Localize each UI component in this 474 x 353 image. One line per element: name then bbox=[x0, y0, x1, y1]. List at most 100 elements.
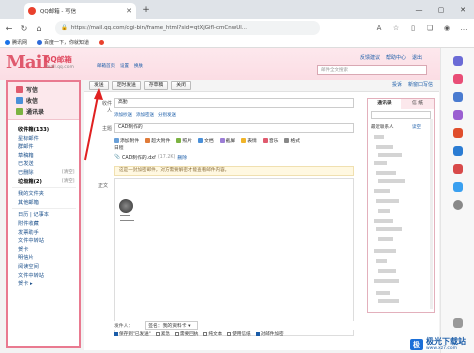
attachment-delete-link[interactable]: 删除 bbox=[177, 154, 187, 161]
user-link[interactable]: 换肤 bbox=[134, 63, 143, 69]
checkbox-icon[interactable] bbox=[114, 332, 118, 336]
contact-entry[interactable] bbox=[374, 161, 387, 165]
inbox-button[interactable]: 收信 bbox=[16, 96, 38, 105]
sidebar-folder[interactable]: 发票助手 bbox=[18, 229, 39, 236]
tools-icon[interactable] bbox=[453, 92, 463, 102]
checkbox-icon[interactable] bbox=[227, 332, 232, 336]
checkbox-icon[interactable] bbox=[203, 332, 208, 336]
header-link[interactable]: 反馈建议 bbox=[360, 54, 380, 61]
scheduled-send-button[interactable]: 定时发送 bbox=[111, 81, 141, 90]
pdf-icon[interactable] bbox=[453, 164, 463, 174]
refresh-icon[interactable]: ↻ bbox=[18, 22, 30, 34]
contacts-scrollbar[interactable] bbox=[430, 119, 433, 309]
attach-tool-7[interactable]: 格式 bbox=[284, 137, 300, 144]
close-button[interactable]: 关闭 bbox=[171, 81, 191, 90]
write-button[interactable]: 写信 bbox=[16, 85, 38, 94]
recipient-link[interactable]: 分别发送 bbox=[158, 112, 176, 118]
url-input[interactable]: 🔒 https://mail.qq.com/cgi-bin/frame_html… bbox=[55, 21, 320, 35]
recipient-link[interactable]: 添加抄送 bbox=[114, 112, 132, 118]
contact-entry[interactable] bbox=[376, 227, 402, 231]
tab-contacts[interactable]: 通讯录 bbox=[368, 99, 401, 109]
sidebar-folder[interactable]: 群邮件 bbox=[18, 143, 34, 150]
checkbox-icon[interactable] bbox=[255, 332, 260, 336]
add-icon[interactable] bbox=[453, 200, 463, 210]
contact-entry[interactable] bbox=[376, 259, 387, 263]
contact-entry[interactable] bbox=[378, 209, 390, 213]
contact-entry[interactable] bbox=[374, 219, 393, 223]
contact-entry[interactable] bbox=[376, 199, 399, 203]
sidebar-folder[interactable]: 贺卡 bbox=[18, 246, 28, 253]
save-draft-button[interactable]: 存草稿 bbox=[143, 81, 169, 90]
calendar-link[interactable]: 日程 bbox=[114, 144, 124, 151]
sidebar-folder[interactable]: 我的文件夹 bbox=[18, 190, 44, 197]
sidebar-folder[interactable]: 日历 | 记事本 bbox=[18, 211, 49, 218]
sidebar-folder[interactable]: 收件箱(133) bbox=[18, 126, 49, 133]
collections-icon[interactable]: ❏ bbox=[424, 22, 436, 34]
contact-entry[interactable] bbox=[378, 237, 393, 241]
office-icon[interactable] bbox=[453, 128, 463, 138]
checkbox-icon[interactable] bbox=[155, 332, 160, 336]
subject-field[interactable]: CAD制作的 bbox=[114, 123, 354, 133]
header-link[interactable]: 退出 bbox=[412, 54, 422, 61]
send-option[interactable]: 使用信纸 bbox=[227, 331, 251, 337]
settings-icon[interactable] bbox=[453, 318, 463, 328]
user-link[interactable]: 设置 bbox=[120, 63, 129, 69]
sidebar-folder[interactable]: 草稿箱 bbox=[18, 152, 34, 159]
sidebar-folder[interactable]: 星标邮件 bbox=[18, 135, 39, 142]
attach-tool-3[interactable]: 文档 bbox=[198, 137, 214, 144]
home-icon[interactable]: ⌂ bbox=[33, 22, 45, 34]
sidebar-folder[interactable]: 文件中转站 bbox=[18, 237, 44, 244]
favorite-item[interactable] bbox=[99, 39, 106, 45]
sidebar-folder[interactable]: 文件中转站 bbox=[18, 272, 44, 279]
contact-entry[interactable] bbox=[378, 269, 396, 273]
user-link[interactable]: 邮箱首页 bbox=[97, 63, 115, 69]
recent-contacts-group[interactable]: 最近联系人 bbox=[371, 124, 394, 130]
contact-entry[interactable] bbox=[374, 249, 396, 253]
favorite-item[interactable]: 百度一下，你就知道 bbox=[37, 39, 89, 46]
clear-folder-link[interactable]: [清空] bbox=[62, 178, 75, 184]
minimize-icon[interactable]: — bbox=[408, 0, 430, 19]
games-icon[interactable] bbox=[453, 110, 463, 120]
more-menu-icon[interactable]: … bbox=[458, 22, 470, 34]
send-option[interactable]: 需要回执 bbox=[175, 331, 198, 337]
contact-entry[interactable] bbox=[378, 153, 402, 157]
back-icon[interactable]: ← bbox=[3, 22, 15, 34]
contacts-extra-link[interactable]: 读空 bbox=[412, 124, 421, 130]
telegram-icon[interactable] bbox=[453, 182, 463, 192]
contacts-button[interactable]: 通讯录 bbox=[16, 107, 44, 116]
sidebar-folder[interactable]: 其他邮箱 bbox=[18, 199, 39, 206]
send-button[interactable]: 发送 bbox=[89, 81, 109, 90]
mail-search-input[interactable]: 邮件全文搜索 bbox=[317, 65, 427, 75]
outlook-icon[interactable] bbox=[453, 146, 463, 156]
sidebar-folder[interactable]: 已删除 bbox=[18, 169, 34, 176]
sidebar-folder[interactable]: 已发送 bbox=[18, 160, 34, 167]
toolbar-link[interactable]: 新窗口写信 bbox=[408, 81, 433, 88]
contacts-search-input[interactable] bbox=[371, 111, 431, 119]
attach-tool-1[interactable]: 超大附件 bbox=[145, 137, 170, 144]
send-option[interactable]: 保存到"已发送" bbox=[114, 331, 151, 337]
toolbar-link[interactable]: 投诉 bbox=[392, 81, 402, 88]
contact-entry[interactable] bbox=[374, 279, 399, 283]
split-screen-icon[interactable]: ▯ bbox=[407, 22, 419, 34]
attach-tool-2[interactable]: 照片 bbox=[176, 137, 192, 144]
favorite-star-icon[interactable]: ☆ bbox=[390, 22, 402, 34]
recipient-link[interactable]: 添加密送 bbox=[136, 112, 154, 118]
attach-tool-4[interactable]: 截屏 bbox=[219, 137, 235, 144]
shopping-icon[interactable] bbox=[453, 74, 463, 84]
sidebar-folder[interactable]: 贺卡 ▸ bbox=[18, 280, 33, 287]
attach-tool-0[interactable]: 添加附件 bbox=[114, 137, 139, 144]
attachment-name[interactable]: CAD制作的.dxf bbox=[122, 154, 156, 161]
attach-tool-6[interactable]: 音乐 bbox=[262, 137, 278, 144]
maximize-icon[interactable]: ▢ bbox=[430, 0, 452, 19]
signature-select[interactable]: 签名：我的资料卡 ▾ bbox=[145, 321, 198, 330]
browser-tab[interactable]: QQ邮箱 - 写信 ✕ bbox=[24, 3, 136, 19]
header-link[interactable]: 帮助中心 bbox=[386, 54, 406, 61]
read-aloud-icon[interactable]: A bbox=[373, 22, 385, 34]
send-option[interactable]: 紧急 bbox=[155, 331, 170, 337]
profile-icon[interactable]: ◉ bbox=[441, 22, 453, 34]
to-field[interactable]: 高勤 bbox=[114, 98, 354, 108]
contact-entry[interactable] bbox=[374, 189, 390, 193]
body-editor[interactable] bbox=[114, 178, 354, 336]
send-option[interactable]: 纯文本 bbox=[203, 331, 222, 337]
sidebar-folder[interactable]: 垃圾箱(2) bbox=[18, 178, 42, 185]
